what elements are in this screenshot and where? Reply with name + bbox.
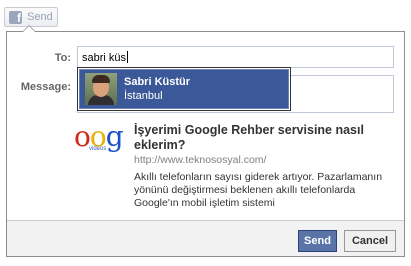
recipient-suggestion-dropdown: Sabri Küstür İstanbul: [77, 67, 291, 111]
facebook-f-icon: f: [9, 10, 22, 25]
link-preview-url: http://www.teknososyal.com/: [134, 154, 267, 166]
send-button[interactable]: Send: [298, 230, 337, 252]
suggestion-name: Sabri Küstür: [124, 76, 191, 88]
suggestion-city: İstanbul: [124, 90, 163, 102]
link-preview-description: Akıllı telefonların sayısı giderek artıy…: [134, 171, 383, 209]
to-input-value: sabri küs: [82, 52, 127, 64]
link-preview-title: İşyerimi Google Rehber servisine nasıl e…: [134, 123, 364, 152]
message-label: Message:: [20, 81, 71, 93]
cancel-button[interactable]: Cancel: [344, 230, 396, 252]
top-send-button[interactable]: f Send: [4, 7, 58, 27]
to-label: To:: [54, 52, 71, 64]
dialog-footer: Send Cancel: [7, 220, 404, 256]
top-send-label: Send: [27, 11, 53, 23]
link-preview-thumbnail[interactable]: oog videos: [72, 126, 126, 156]
thumb-caption: videos: [89, 146, 107, 152]
to-input[interactable]: sabri küs: [77, 46, 394, 68]
text-caret: [127, 51, 129, 63]
avatar: [85, 73, 117, 105]
send-dialog: To: Message: sabri küs Sabri Küstür İsta…: [6, 25, 405, 257]
suggestion-item[interactable]: Sabri Küstür İstanbul: [79, 69, 289, 109]
